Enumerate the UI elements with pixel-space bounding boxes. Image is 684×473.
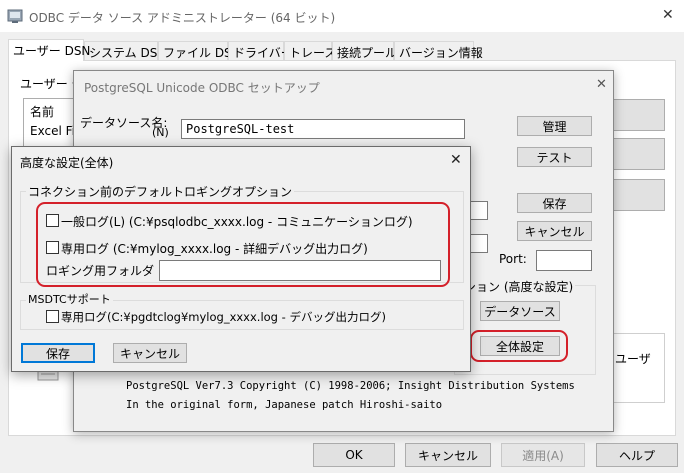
copyright-line-2: In the original form, Japanese patch Hir…: [126, 399, 443, 411]
list-header: 名前: [30, 105, 55, 119]
info-panel-edge: ユーザ: [605, 333, 665, 403]
tab-file-dsn[interactable]: ファイル DSN: [158, 41, 241, 60]
copyright-line-1: PostgreSQL Ver7.3 Copyright (C) 1998-200…: [126, 380, 575, 392]
apply-button[interactable]: 適用(A): [501, 443, 585, 467]
odbc-app-icon: [7, 9, 23, 23]
tab-drivers[interactable]: ドライバー: [228, 41, 293, 60]
msdtc-log-label[interactable]: 専用ログ(C:¥pgdtclog¥mylog_xxxx.log - デバッグ出力…: [61, 309, 386, 325]
setup-save-button[interactable]: 保存: [517, 193, 592, 213]
advanced-dialog-title: 高度な設定(全体): [20, 156, 114, 170]
global-settings-highlight: [470, 330, 568, 362]
port-input[interactable]: [536, 250, 592, 271]
title-bar: ODBC データ ソース アドミニストレーター (64 ビット) ✕: [0, 0, 684, 32]
datasource-name-input[interactable]: PostgreSQL-test: [181, 119, 465, 139]
tab-version-info[interactable]: バージョン情報: [394, 41, 483, 60]
port-label: Port:: [499, 252, 527, 266]
ok-button[interactable]: OK: [313, 443, 395, 467]
window-title: ODBC データ ソース アドミニストレーター (64 ビット): [29, 11, 336, 25]
msdtc-log-checkbox[interactable]: [46, 310, 59, 323]
setup-cancel-button[interactable]: キャンセル: [517, 221, 592, 241]
hidden-field-2[interactable]: [469, 234, 488, 253]
manage-button[interactable]: 管理: [517, 116, 592, 136]
datasource-name-value: PostgreSQL-test: [186, 122, 295, 136]
msdtc-group-label: MSDTCサポート: [26, 291, 113, 307]
tab-trace[interactable]: トレース: [284, 41, 336, 60]
window-close-icon[interactable]: ✕: [662, 7, 674, 23]
list-item[interactable]: Excel Fi: [30, 124, 75, 138]
tab-connection-pool[interactable]: 接続プール: [332, 41, 397, 60]
tab-system-dsn[interactable]: システム DSN: [84, 41, 166, 60]
tab-user-dsn[interactable]: ユーザー DSN: [8, 39, 90, 61]
advanced-dialog-close-icon[interactable]: ✕: [450, 152, 462, 168]
configure-button-edge[interactable]: [605, 179, 665, 211]
info-text: ユーザ: [615, 352, 651, 366]
options-group-label: ション (高度な設定): [462, 278, 576, 295]
remove-button-edge[interactable]: [605, 138, 665, 170]
test-button[interactable]: テスト: [517, 147, 592, 167]
add-button-edge[interactable]: [605, 99, 665, 131]
hidden-field-1[interactable]: [469, 201, 488, 220]
main-cancel-button[interactable]: キャンセル: [405, 443, 491, 467]
advanced-dialog: 高度な設定(全体) ✕ コネクション前のデフォルトロギングオプション 一般ログ(…: [11, 146, 471, 372]
logging-group-label: コネクション前のデフォルトロギングオプション: [26, 183, 295, 200]
advanced-cancel-button[interactable]: キャンセル: [113, 343, 187, 363]
datasource-hotkey: (N): [152, 126, 169, 139]
setup-dialog-close-icon[interactable]: ✕: [596, 77, 607, 92]
logging-options-highlight: [36, 202, 450, 287]
setup-dialog-title: PostgreSQL Unicode ODBC セットアップ: [84, 81, 320, 95]
datasource-options-button[interactable]: データソース: [480, 301, 560, 321]
help-button[interactable]: ヘルプ: [596, 443, 678, 467]
advanced-save-button[interactable]: 保存: [21, 343, 95, 363]
